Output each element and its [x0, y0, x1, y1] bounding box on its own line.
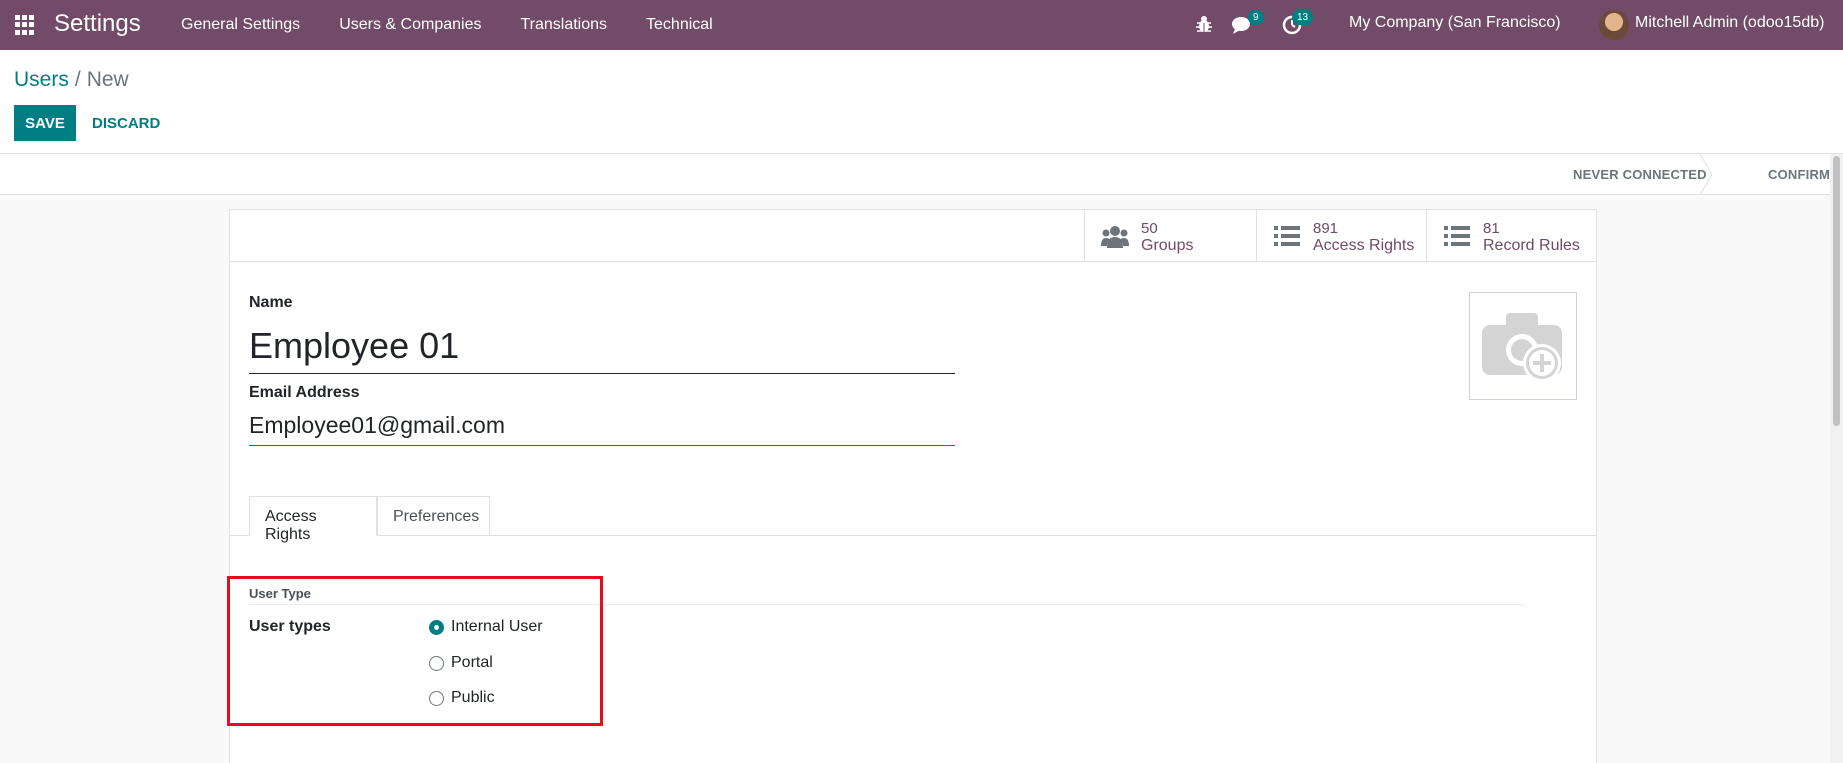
status-chevron-icon	[1699, 154, 1713, 195]
breadcrumb-users-link[interactable]: Users	[14, 68, 69, 91]
form-tabs: Access Rights Preferences	[230, 496, 1596, 543]
scrollbar-thumb[interactable]	[1833, 156, 1840, 426]
statusbar: NEVER CONNECTED CONFIRMED	[0, 154, 1843, 195]
user-menu[interactable]: Mitchell Admin (odoo15db)	[1635, 14, 1824, 32]
user-photo-upload[interactable]	[1469, 292, 1577, 400]
control-panel: Users / New SAVE DISCARD	[0, 50, 1843, 154]
users-icon	[1101, 226, 1129, 248]
status-never-connected: NEVER CONNECTED	[1573, 167, 1707, 182]
tab-preferences[interactable]: Preferences	[377, 496, 490, 536]
record-rules-label: Record Rules	[1483, 237, 1580, 254]
groups-stat-button[interactable]: 50 Groups	[1084, 210, 1256, 262]
user-avatar[interactable]	[1599, 10, 1629, 40]
discard-button[interactable]: DISCARD	[84, 105, 168, 141]
messages-badge: 9	[1248, 10, 1264, 25]
company-switcher[interactable]: My Company (San Francisco)	[1349, 14, 1561, 32]
groups-label: Groups	[1141, 237, 1194, 254]
save-button[interactable]: SAVE	[14, 105, 76, 141]
menu-general-settings[interactable]: General Settings	[181, 16, 300, 34]
name-input[interactable]	[249, 318, 955, 374]
record-rules-count: 81	[1483, 220, 1500, 237]
breadcrumb: Users / New	[14, 68, 129, 92]
list-icon	[1274, 226, 1300, 246]
app-title[interactable]: Settings	[54, 10, 141, 38]
email-label: Email Address	[249, 384, 360, 401]
access-rights-count: 891	[1313, 220, 1339, 237]
breadcrumb-current: New	[86, 68, 129, 91]
groups-count: 50	[1141, 220, 1158, 237]
activities-badge: 13	[1292, 10, 1314, 25]
tab-access-rights[interactable]: Access Rights	[249, 496, 377, 543]
record-rules-stat-button[interactable]: 81 Record Rules	[1426, 210, 1596, 262]
access-rights-label: Access Rights	[1313, 237, 1415, 254]
top-navbar: Settings General Settings Users & Compan…	[0, 0, 1843, 50]
apps-menu-icon[interactable]	[15, 15, 35, 35]
access-rights-stat-button[interactable]: 891 Access Rights	[1256, 210, 1426, 262]
menu-translations[interactable]: Translations	[520, 16, 607, 34]
menu-users-companies[interactable]: Users & Companies	[339, 16, 481, 34]
name-label: Name	[249, 294, 293, 311]
breadcrumb-separator: /	[74, 68, 81, 91]
stat-button-box: 50 Groups 891 Access Rights 81 Record Ru…	[230, 210, 1596, 262]
email-input[interactable]	[249, 406, 955, 446]
bug-icon[interactable]	[1195, 14, 1213, 34]
annotation-highlight-box	[227, 576, 603, 726]
list-icon	[1444, 226, 1470, 246]
menu-technical[interactable]: Technical	[646, 16, 713, 34]
camera-plus-icon	[1482, 313, 1562, 382]
main-menu: General Settings Users & Companies Trans…	[181, 0, 752, 50]
